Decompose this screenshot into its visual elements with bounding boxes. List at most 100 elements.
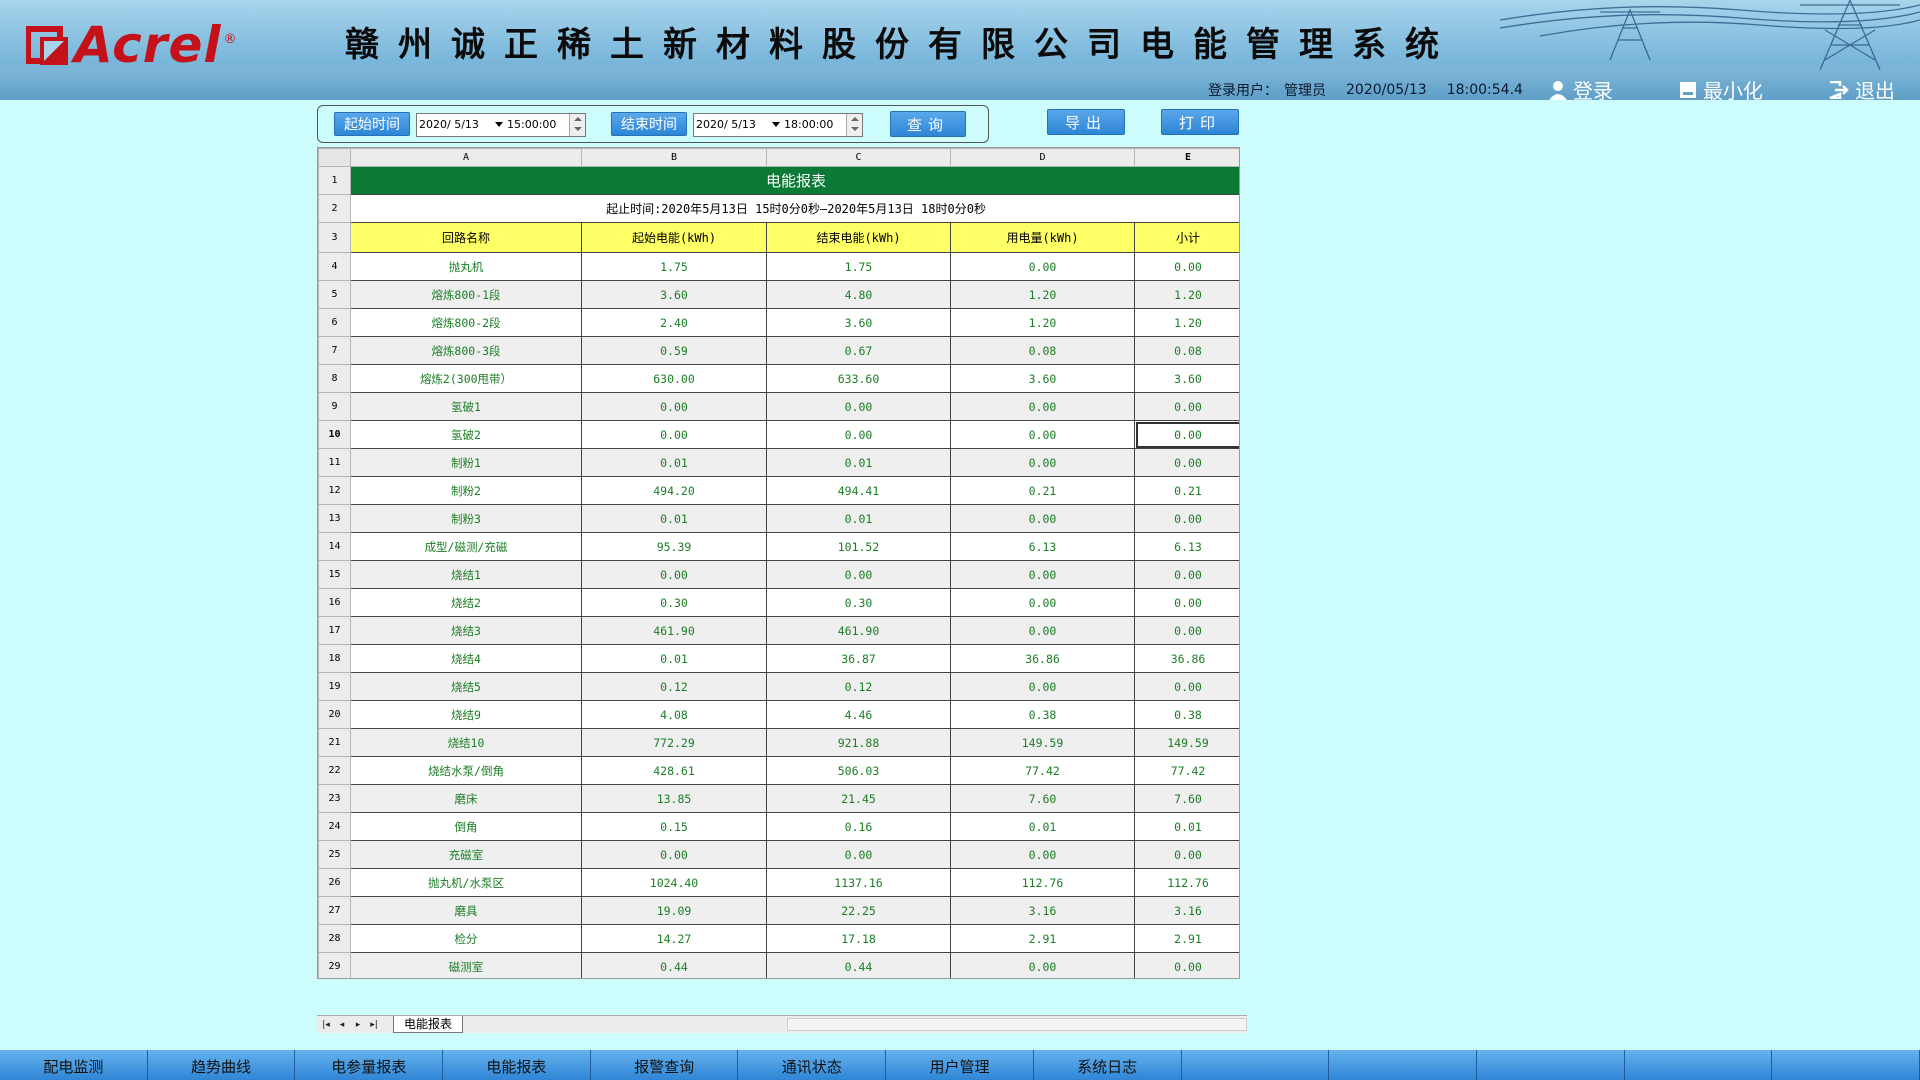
start-energy-cell[interactable]: 0.01 — [581, 448, 767, 477]
subtotal-cell[interactable]: 1.20 — [1134, 308, 1239, 337]
usage-cell[interactable]: 0.00 — [950, 672, 1135, 701]
usage-cell[interactable]: 112.76 — [950, 868, 1135, 897]
circuit-name-cell[interactable]: 抛丸机 — [350, 252, 582, 281]
end-datetime-picker[interactable]: 2020/ 5/13 18:00:00 — [693, 113, 863, 137]
row-number[interactable]: 24 — [318, 812, 351, 841]
row-number[interactable]: 25 — [318, 840, 351, 869]
end-energy-cell[interactable]: 0.01 — [766, 448, 951, 477]
nav-item[interactable] — [1329, 1050, 1477, 1080]
nav-item[interactable]: 用户管理 — [886, 1050, 1034, 1080]
usage-cell[interactable]: 0.00 — [950, 560, 1135, 589]
start-energy-cell[interactable]: 1.75 — [581, 252, 767, 281]
usage-cell[interactable]: 3.16 — [950, 896, 1135, 925]
usage-cell[interactable]: 0.08 — [950, 336, 1135, 365]
circuit-name-cell[interactable]: 充磁室 — [350, 840, 582, 869]
subtotal-cell[interactable]: 0.21 — [1134, 476, 1239, 505]
end-energy-cell[interactable]: 101.52 — [766, 532, 951, 561]
circuit-name-cell[interactable]: 烧结3 — [350, 616, 582, 645]
usage-cell[interactable]: 6.13 — [950, 532, 1135, 561]
usage-cell[interactable]: 0.00 — [950, 952, 1135, 978]
circuit-name-cell[interactable]: 烧结4 — [350, 644, 582, 673]
start-energy-cell[interactable]: 0.01 — [581, 504, 767, 533]
nav-item[interactable] — [1625, 1050, 1773, 1080]
usage-cell[interactable]: 0.21 — [950, 476, 1135, 505]
row-number[interactable]: 19 — [318, 672, 351, 701]
row-number[interactable]: 11 — [318, 448, 351, 477]
subtotal-cell[interactable]: 112.76 — [1134, 868, 1239, 897]
row-number[interactable]: 20 — [318, 700, 351, 729]
minimize-button[interactable]: 最小化 — [1679, 75, 1783, 100]
nav-item[interactable] — [1477, 1050, 1625, 1080]
circuit-name-cell[interactable]: 检分 — [350, 924, 582, 953]
start-energy-cell[interactable]: 0.01 — [581, 644, 767, 673]
usage-cell[interactable]: 0.38 — [950, 700, 1135, 729]
report-title[interactable]: 电能报表 — [350, 166, 1239, 195]
usage-cell[interactable]: 0.00 — [950, 840, 1135, 869]
start-energy-cell[interactable]: 0.00 — [581, 420, 767, 449]
end-energy-cell[interactable]: 21.45 — [766, 784, 951, 813]
circuit-name-cell[interactable]: 熔炼2(300甩带） — [350, 364, 582, 393]
circuit-name-cell[interactable]: 烧结5 — [350, 672, 582, 701]
subtotal-cell[interactable]: 0.00 — [1134, 504, 1239, 533]
circuit-name-cell[interactable]: 磨具 — [350, 896, 582, 925]
circuit-name-cell[interactable]: 氢破1 — [350, 392, 582, 421]
start-energy-cell[interactable]: 19.09 — [581, 896, 767, 925]
end-energy-cell[interactable]: 3.60 — [766, 308, 951, 337]
start-energy-cell[interactable]: 461.90 — [581, 616, 767, 645]
end-energy-cell[interactable]: 461.90 — [766, 616, 951, 645]
circuit-name-cell[interactable]: 制粉2 — [350, 476, 582, 505]
select-all-corner[interactable] — [318, 148, 351, 167]
row-number[interactable]: 28 — [318, 924, 351, 953]
start-energy-cell[interactable]: 428.61 — [581, 756, 767, 785]
nav-item[interactable]: 系统日志 — [1034, 1050, 1182, 1080]
circuit-name-cell[interactable]: 磨床 — [350, 784, 582, 813]
circuit-name-cell[interactable]: 烧结10 — [350, 728, 582, 757]
row-number[interactable]: 17 — [318, 616, 351, 645]
nav-item[interactable]: 配电监测 — [0, 1050, 148, 1080]
subtotal-cell[interactable]: 0.38 — [1134, 700, 1239, 729]
circuit-name-cell[interactable]: 烧结2 — [350, 588, 582, 617]
nav-item[interactable]: 报警查询 — [591, 1050, 739, 1080]
row-number[interactable]: 7 — [318, 336, 351, 365]
circuit-name-cell[interactable]: 氢破2 — [350, 420, 582, 449]
query-button[interactable]: 查询 — [890, 111, 966, 137]
start-energy-cell[interactable]: 0.44 — [581, 952, 767, 978]
end-energy-cell[interactable]: 0.00 — [766, 392, 951, 421]
usage-cell[interactable]: 7.60 — [950, 784, 1135, 813]
circuit-name-cell[interactable]: 熔炼800-3段 — [350, 336, 582, 365]
usage-cell[interactable]: 3.60 — [950, 364, 1135, 393]
horizontal-scrollbar[interactable] — [787, 1018, 1247, 1031]
start-energy-cell[interactable]: 1024.40 — [581, 868, 767, 897]
usage-cell[interactable]: 0.00 — [950, 392, 1135, 421]
usage-cell[interactable]: 0.00 — [950, 588, 1135, 617]
end-energy-cell[interactable]: 0.12 — [766, 672, 951, 701]
login-button[interactable]: 登录 — [1548, 75, 1633, 100]
circuit-name-cell[interactable]: 烧结水泵/倒角 — [350, 756, 582, 785]
subtotal-cell[interactable]: 7.60 — [1134, 784, 1239, 813]
row-number[interactable]: 3 — [318, 222, 351, 253]
usage-cell[interactable]: 0.00 — [950, 420, 1135, 449]
subtotal-cell[interactable]: 0.00 — [1134, 252, 1239, 281]
subtotal-cell[interactable]: 0.00 — [1134, 392, 1239, 421]
row-number[interactable]: 10 — [318, 420, 351, 449]
end-energy-cell[interactable]: 633.60 — [766, 364, 951, 393]
print-button[interactable]: 打印 — [1161, 109, 1239, 135]
subtotal-cell[interactable]: 0.00 — [1134, 840, 1239, 869]
nav-item[interactable]: 电参量报表 — [295, 1050, 444, 1080]
row-number[interactable]: 29 — [318, 952, 351, 978]
column-header[interactable]: D — [950, 148, 1135, 167]
start-energy-cell[interactable]: 0.00 — [581, 840, 767, 869]
end-energy-cell[interactable]: 921.88 — [766, 728, 951, 757]
column-header[interactable]: C — [766, 148, 951, 167]
end-energy-cell[interactable]: 0.67 — [766, 336, 951, 365]
row-number[interactable]: 9 — [318, 392, 351, 421]
row-number[interactable]: 4 — [318, 252, 351, 281]
row-number[interactable]: 2 — [318, 194, 351, 223]
usage-cell[interactable]: 77.42 — [950, 756, 1135, 785]
column-header[interactable]: E — [1134, 148, 1239, 167]
end-energy-cell[interactable]: 0.00 — [766, 840, 951, 869]
header-circuit-name[interactable]: 回路名称 — [350, 222, 582, 253]
end-energy-cell[interactable]: 0.44 — [766, 952, 951, 978]
subtotal-cell[interactable]: 36.86 — [1134, 644, 1239, 673]
exit-button[interactable]: 退出 — [1829, 75, 1915, 100]
